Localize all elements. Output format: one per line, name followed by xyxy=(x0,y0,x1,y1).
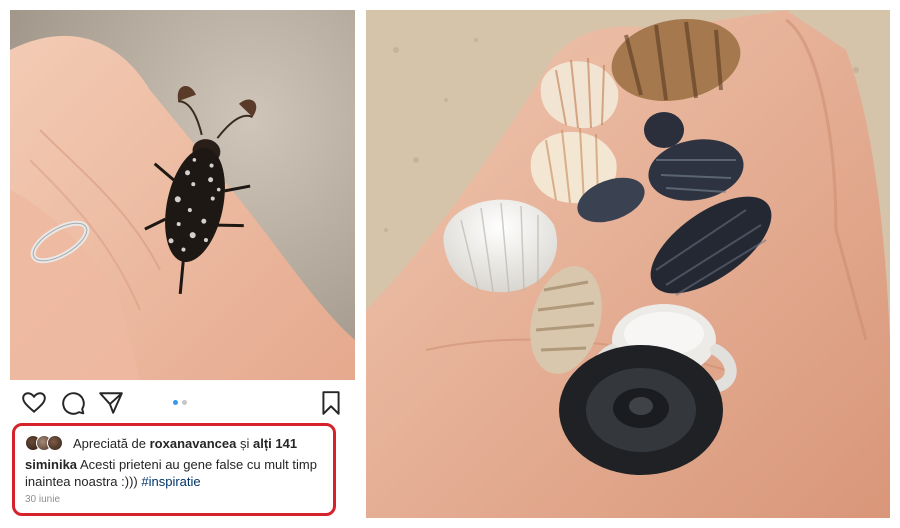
shells-on-hand-photo[interactable] xyxy=(366,10,890,518)
highlighted-caption-box: Apreciată de roxanavancea și alți 141 si… xyxy=(12,423,336,516)
caption-hashtag[interactable]: #inspiratie xyxy=(141,474,200,489)
heart-icon[interactable] xyxy=(21,390,47,416)
beetle-on-hand-photo[interactable] xyxy=(10,10,355,380)
caption-username[interactable]: siminika xyxy=(25,457,77,472)
carousel-dot xyxy=(182,400,187,405)
liked-others[interactable]: alți 141 xyxy=(253,436,297,451)
bookmark-icon[interactable] xyxy=(318,390,344,416)
avatar xyxy=(47,435,63,451)
liked-prefix: Apreciată de xyxy=(73,435,146,451)
caption: siminika Acesti prieteni au gene false c… xyxy=(25,456,325,490)
post-actions-bar xyxy=(10,388,355,420)
liker-avatars xyxy=(25,435,63,451)
likes-row[interactable]: Apreciată de roxanavancea și alți 141 xyxy=(25,434,325,452)
instagram-post: Apreciată de roxanavancea și alți 141 si… xyxy=(10,10,355,518)
comment-icon[interactable] xyxy=(60,390,86,416)
carousel-dot-active xyxy=(173,400,178,405)
paper-plane-icon[interactable] xyxy=(98,390,124,416)
post-date: 30 iunie xyxy=(25,494,61,505)
likes-text: Apreciată de roxanavancea și alți 141 xyxy=(73,436,297,451)
liked-user[interactable]: roxanavancea xyxy=(150,436,237,451)
liked-and: și xyxy=(239,435,250,451)
carousel-indicator xyxy=(173,400,187,405)
